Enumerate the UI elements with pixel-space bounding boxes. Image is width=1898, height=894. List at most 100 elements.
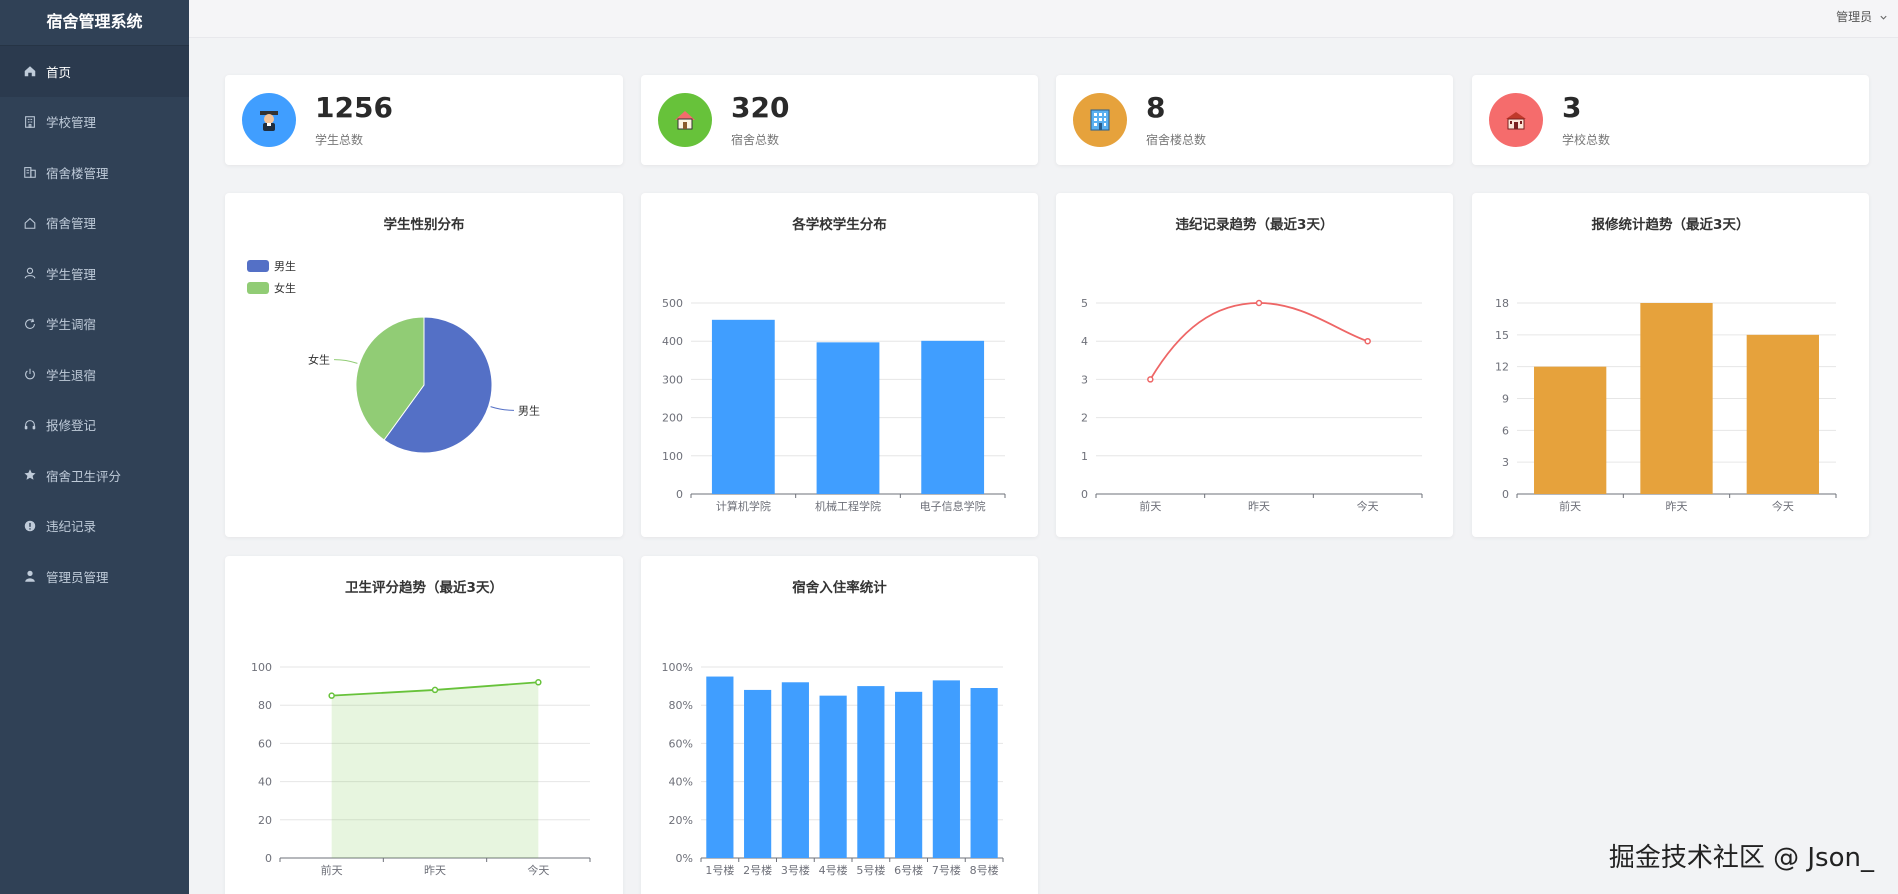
bar-6号楼 (895, 691, 923, 858)
x-tick-label: 机械工程学院 (815, 499, 881, 513)
bar-前天 (1534, 366, 1607, 494)
y-tick-label: 300 (662, 373, 683, 386)
y-tick-label: 40% (669, 776, 693, 789)
sidebar-item-label: 学生管理 (46, 266, 97, 282)
sidebar-item-5[interactable]: 学生调宿 (0, 299, 189, 350)
y-tick-label: 9 (1502, 393, 1509, 406)
point-昨天 (431, 686, 439, 694)
user-menu-button[interactable]: 管理员 (1836, 8, 1888, 25)
x-tick-label: 2号楼 (743, 863, 772, 877)
violation-trend-chart-card: 违纪记录趋势（最近3天） 0 1 2 3 4 5 前天 昨天 今天 (1056, 193, 1453, 537)
topbar: 管理员 (189, 0, 1898, 38)
y-tick-label: 200 (662, 412, 683, 425)
app-title: 宿舍管理系统 (0, 0, 189, 46)
y-tick-label: 80 (258, 699, 272, 712)
repair-bar-chart: 0 3 6 9 12 15 18 前天 昨天 今天 (1495, 297, 1837, 513)
house-icon (22, 215, 38, 231)
x-tick-label: 昨天 (1248, 500, 1270, 513)
bar-1号楼 (706, 676, 734, 858)
bar-计算机学院 (711, 319, 775, 494)
y-tick-label: 4 (1081, 335, 1088, 348)
y-tick-label: 15 (1495, 329, 1509, 342)
sidebar-item-label: 宿舍卫生评分 (46, 468, 122, 484)
sidebar-item-6[interactable]: 学生退宿 (0, 349, 189, 400)
repair-trend-chart-card: 报修统计趋势（最近3天） 0 3 6 9 12 15 18 前天 昨天 今天 (1472, 193, 1869, 537)
y-tick-label: 60% (669, 737, 693, 750)
refresh-icon (22, 316, 38, 332)
y-tick-label: 0 (676, 488, 683, 501)
y-tick-label: 0 (265, 852, 272, 865)
y-tick-label: 18 (1495, 297, 1509, 310)
watermark: 掘金技术社区 @ Json_ (1608, 843, 1874, 873)
y-tick-label: 80% (669, 699, 693, 712)
stat-card-students: 1256 学生总数 (225, 75, 623, 165)
stat-value: 3 (1562, 91, 1582, 124)
sidebar-item-label: 宿舍管理 (46, 216, 97, 232)
sidebar-item-label: 学校管理 (46, 115, 97, 131)
pie-label-line (334, 359, 358, 364)
sidebar-item-label: 学生调宿 (46, 317, 97, 333)
gender-chart-card: 学生性别分布 男生 女生 男生 女生 (225, 193, 623, 537)
sidebar-item-label: 违纪记录 (46, 519, 97, 535)
bar-2号楼 (744, 689, 772, 858)
stat-value: 1256 (315, 91, 393, 124)
y-tick-label: 5 (1081, 297, 1088, 310)
y-tick-label: 400 (662, 335, 683, 348)
school-distribution-chart-card: 各学校学生分布 0 100 200 300 400 500 计算机学院 机械工程学院 电子信息学… (641, 193, 1038, 537)
sidebar-item-10[interactable]: 管理员管理 (0, 551, 189, 602)
stat-label: 宿舍总数 (731, 133, 780, 147)
stat-value: 320 (731, 91, 790, 124)
legend-label: 女生 (274, 281, 296, 295)
sidebar-item-9[interactable]: 违纪记录 (0, 501, 189, 552)
occupancy-bar-chart: 0% 20% 40% 60% 80% 100% 1号楼 2号楼 3号楼 4号楼 5号楼 6号楼 7号楼 8… (662, 661, 1004, 877)
sidebar-item-4[interactable]: 学生管理 (0, 248, 189, 299)
sidebar-item-7[interactable]: 报修登记 (0, 400, 189, 451)
sidebar-item-3[interactable]: 宿舍管理 (0, 198, 189, 249)
sidebar-item-1[interactable]: 学校管理 (0, 97, 189, 148)
stat-label: 学生总数 (315, 133, 364, 147)
bar-机械工程学院 (816, 342, 880, 494)
sidebar-menu: 首页学校管理宿舍楼管理宿舍管理学生管理学生调宿学生退宿报修登记宿舍卫生评分 违纪记… (0, 46, 189, 602)
sidebar-item-0[interactable]: 首页 (0, 46, 189, 97)
y-tick-label: 40 (258, 776, 272, 789)
y-tick-label: 6 (1502, 424, 1509, 437)
pie-label: 女生 (308, 353, 330, 367)
bar-昨天 (1640, 303, 1713, 494)
sidebar-item-label: 报修登记 (46, 418, 97, 434)
y-tick-label: 100% (662, 661, 693, 674)
y-tick-label: 12 (1495, 361, 1509, 374)
point-前天 (1147, 376, 1154, 383)
headset-icon (22, 417, 38, 433)
y-tick-label: 500 (662, 297, 683, 310)
power-icon (22, 366, 38, 382)
bar-8号楼 (970, 688, 998, 858)
sidebar-item-label: 管理员管理 (46, 569, 109, 585)
sidebar-item-8[interactable]: 宿舍卫生评分 (0, 450, 189, 501)
legend-label: 男生 (274, 259, 296, 273)
sidebar-item-label: 宿舍楼管理 (46, 165, 109, 181)
y-tick-label: 3 (1502, 456, 1509, 469)
y-tick-label: 0 (1502, 488, 1509, 501)
sidebar: 宿舍管理系统 首页学校管理宿舍楼管理宿舍管理学生管理学生调宿学生退宿报修登记宿舍… (0, 0, 189, 894)
bar-4号楼 (819, 695, 847, 858)
user-icon (22, 265, 38, 281)
stat-card-schools: 3 学校总数 (1472, 75, 1869, 165)
x-tick-label: 今天 (527, 863, 549, 877)
sidebar-item-label: 首页 (46, 64, 72, 80)
area-fill (331, 682, 539, 858)
x-tick-label: 8号楼 (970, 863, 999, 877)
school-bar-chart: 0 100 200 300 400 500 计算机学院 机械工程学院 电子信息学院 (662, 297, 1006, 513)
x-tick-label: 电子信息学院 (920, 499, 986, 513)
y-tick-label: 20 (258, 814, 272, 827)
school-icon (22, 114, 38, 130)
student-icon (242, 93, 296, 147)
point-昨天 (1255, 299, 1263, 307)
admin-icon (22, 568, 38, 584)
sidebar-item-2[interactable]: 宿舍楼管理 (0, 147, 189, 198)
point-今天 (1364, 337, 1371, 345)
legend-swatch (247, 260, 269, 272)
y-tick-label: 100 (662, 450, 683, 463)
hygiene-trend-chart-card: 卫生评分趋势（最近3天） 0 20 40 60 80 100 前天 昨天 今天 (225, 556, 623, 894)
violation-line-chart: 0 1 2 3 4 5 前天 昨天 今天 (1081, 297, 1423, 513)
star-icon (22, 467, 38, 483)
